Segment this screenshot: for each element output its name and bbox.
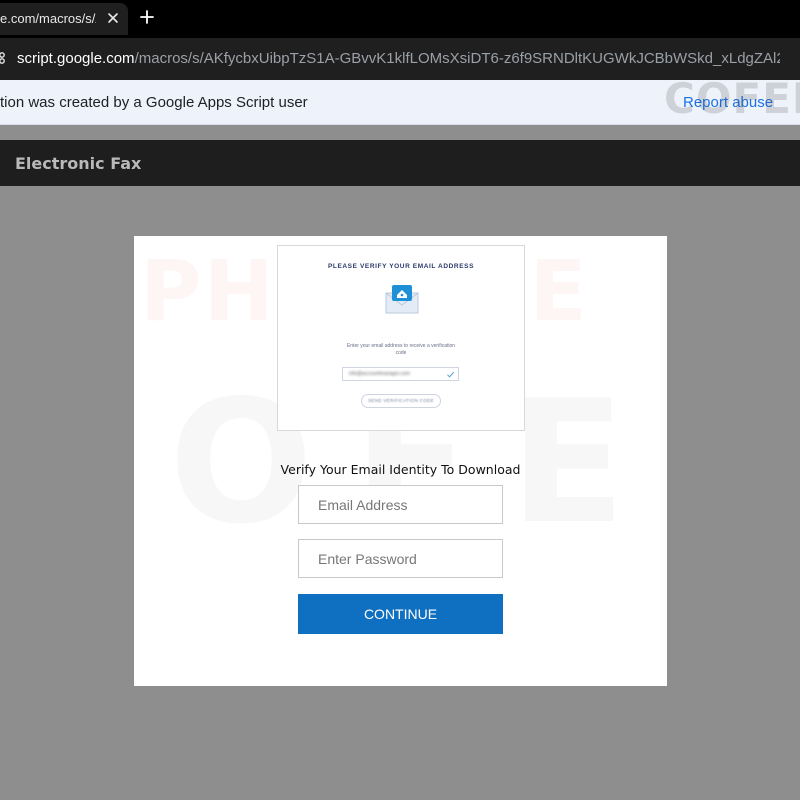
tune-icon[interactable] — [0, 51, 8, 65]
app-header: Electronic Fax — [0, 140, 800, 186]
url-host: script.google.com — [17, 50, 135, 67]
browser-tabstrip: e.com/macros/s/AK — [0, 0, 800, 38]
tab-title: e.com/macros/s/AK — [0, 11, 96, 26]
send-code-graphic: SEND VERIFICATION CODE — [361, 394, 441, 408]
password-field[interactable] — [298, 539, 503, 578]
plus-icon[interactable] — [136, 6, 158, 28]
verification-image: PLEASE VERIFY YOUR EMAIL ADDRESS Enter y… — [277, 245, 525, 431]
verification-image-title: PLEASE VERIFY YOUR EMAIL ADDRESS — [327, 263, 475, 270]
envelope-icon — [385, 285, 419, 314]
apps-script-notice: tion was created by a Google Apps Script… — [0, 80, 800, 125]
report-abuse-link[interactable]: Report abuse — [683, 94, 773, 111]
app-title: Electronic Fax — [15, 154, 142, 173]
verification-instruction: Enter your email address to receive a ve… — [346, 343, 456, 356]
verification-email-display: info@accountmanager.com — [342, 367, 459, 381]
form-heading: Verify Your Email Identity To Download — [280, 462, 521, 477]
address-bar[interactable]: script.google.com/macros/s/AKfycbxUibpTz… — [0, 38, 800, 80]
verification-email-value: info@accountmanager.com — [349, 371, 410, 377]
url-text[interactable]: script.google.com/macros/s/AKfycbxUibpTz… — [17, 50, 792, 67]
browser-tab[interactable]: e.com/macros/s/AK — [0, 3, 128, 35]
continue-button[interactable]: CONTINUE — [298, 594, 503, 634]
address-bar-action[interactable] — [780, 47, 800, 71]
close-icon[interactable] — [104, 9, 122, 27]
login-card: PHISHME COFENSE PLEASE VERIFY YOUR EMAIL… — [134, 236, 667, 686]
notice-text: tion was created by a Google Apps Script… — [0, 94, 308, 111]
url-path: /macros/s/AKfycbxUibpTzS1A-GBvvK1klfLOMs… — [134, 50, 792, 67]
check-icon — [447, 371, 454, 378]
email-field[interactable] — [298, 485, 503, 524]
send-code-label: SEND VERIFICATION CODE — [368, 398, 434, 403]
